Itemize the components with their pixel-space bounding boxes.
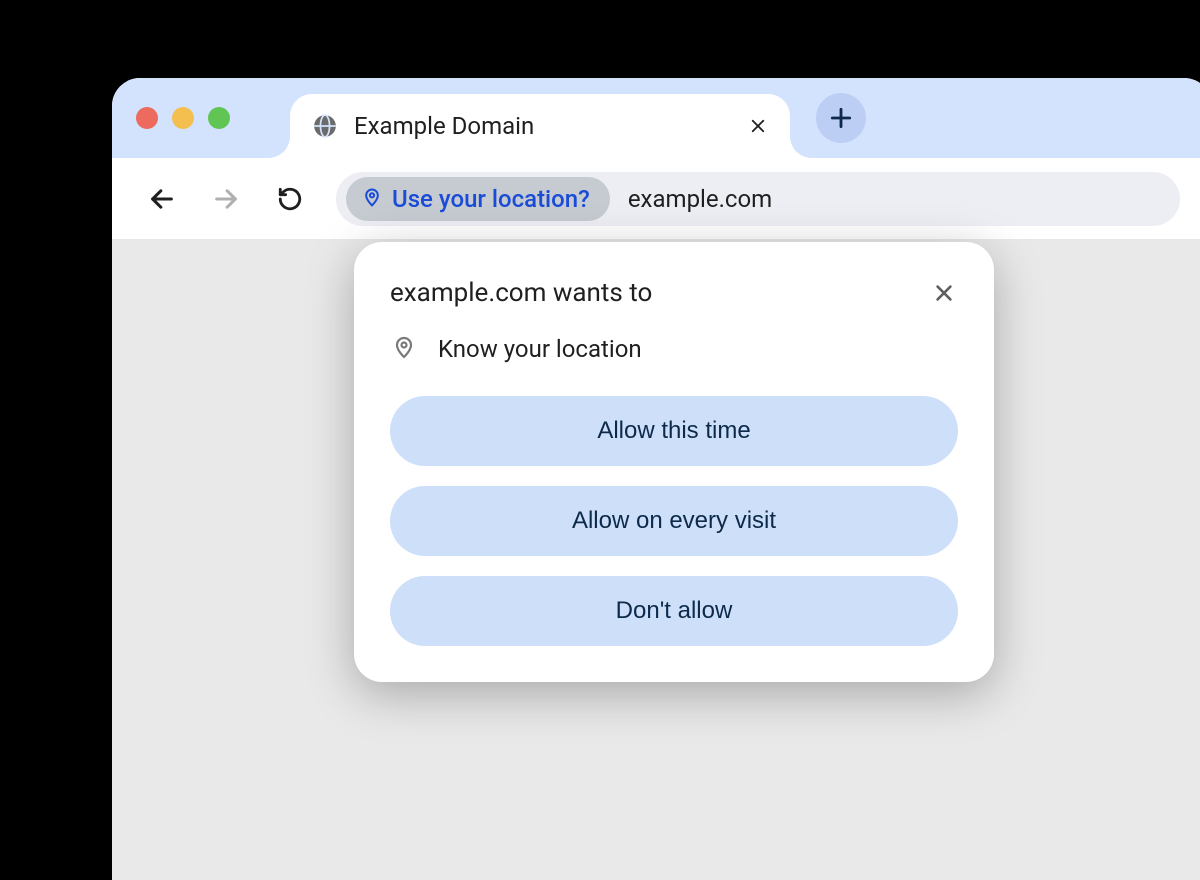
permission-request-text: Know your location [438, 335, 642, 363]
permission-chip-label: Use your location? [392, 185, 590, 213]
browser-window: Example Domain [112, 78, 1200, 878]
address-url: example.com [628, 185, 772, 213]
address-bar[interactable]: Use your location? example.com [336, 172, 1180, 226]
window-minimize-button[interactable] [172, 107, 194, 129]
globe-icon [312, 113, 338, 139]
toolbar: Use your location? example.com [112, 158, 1200, 240]
dont-allow-button[interactable]: Don't allow [390, 576, 958, 646]
allow-every-visit-button[interactable]: Allow on every visit [390, 486, 958, 556]
permission-popup: example.com wants to Know your location … [354, 242, 994, 682]
forward-button[interactable] [208, 181, 244, 217]
back-button[interactable] [144, 181, 180, 217]
window-close-button[interactable] [136, 107, 158, 129]
allow-this-time-button[interactable]: Allow this time [390, 396, 958, 466]
permission-chip[interactable]: Use your location? [346, 177, 610, 221]
location-pin-icon [392, 332, 416, 366]
tab-title: Example Domain [354, 112, 732, 140]
new-tab-button[interactable] [816, 93, 866, 143]
tab-strip: Example Domain [112, 78, 1200, 158]
popup-close-button[interactable] [930, 279, 958, 307]
popup-title: example.com wants to [390, 278, 652, 308]
window-controls [136, 107, 230, 129]
window-maximize-button[interactable] [208, 107, 230, 129]
location-pin-icon [362, 185, 382, 213]
browser-tab[interactable]: Example Domain [290, 94, 790, 158]
reload-button[interactable] [272, 181, 308, 217]
tab-close-button[interactable] [748, 116, 768, 136]
